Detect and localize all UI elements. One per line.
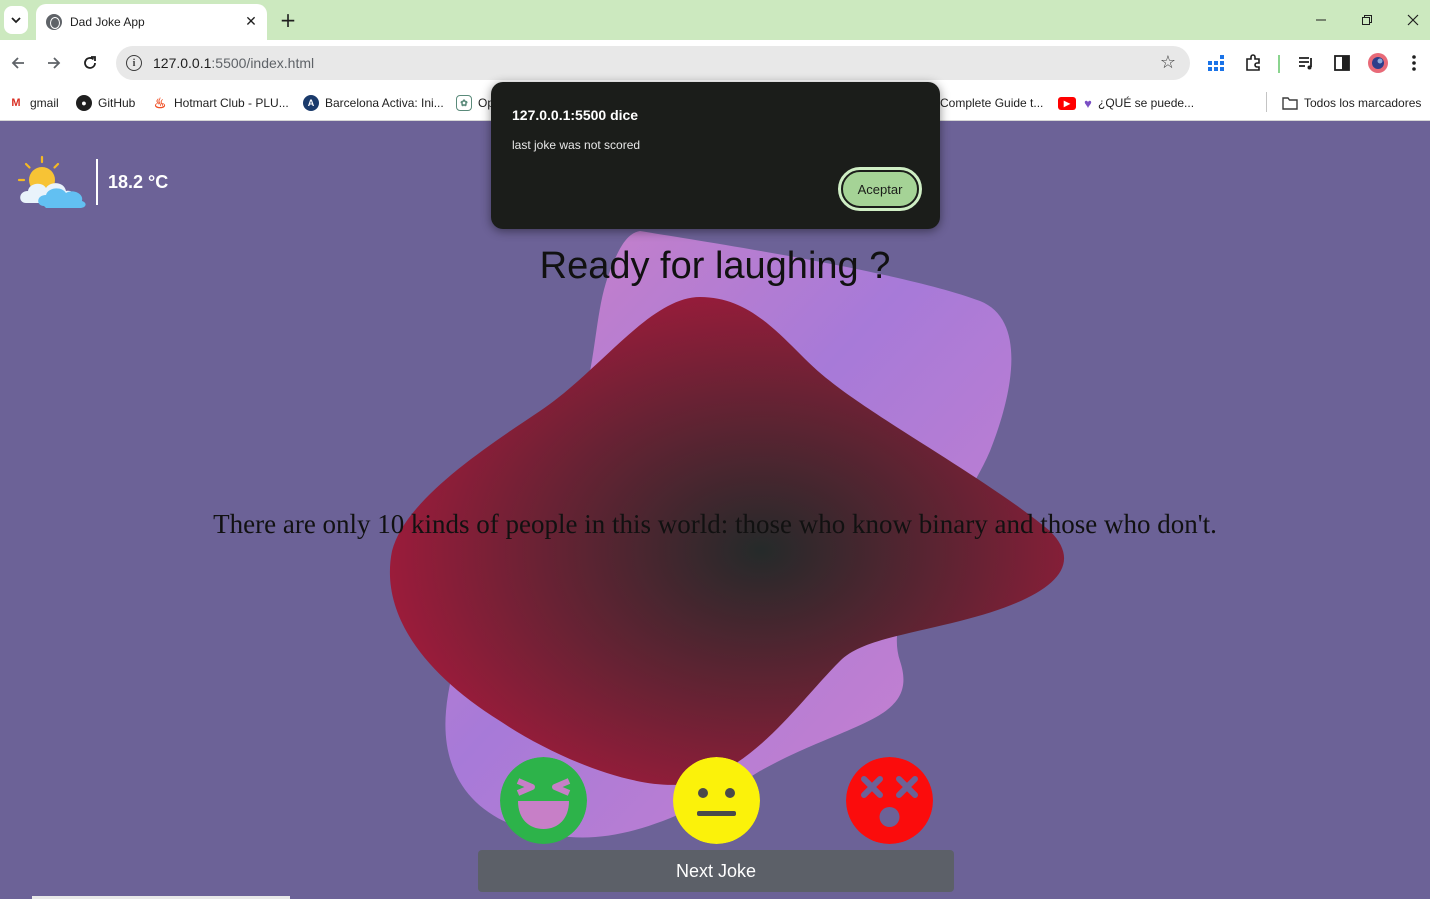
dialog-message: last joke was not scored: [512, 138, 641, 152]
tab-strip: Dad Joke App ✕ +: [0, 0, 1430, 40]
reload-icon[interactable]: [78, 51, 102, 75]
close-window-icon[interactable]: [1390, 0, 1430, 40]
bookmark-label: Todos los marcadores: [1304, 96, 1422, 110]
tab-search-button[interactable]: [4, 6, 28, 34]
extension-grid-icon[interactable]: [1205, 52, 1227, 74]
partly-cloudy-icon: [17, 155, 86, 208]
address-bar[interactable]: i 127.0.0.1:5500/index.html ☆: [116, 46, 1190, 80]
profile-avatar[interactable]: [1367, 52, 1389, 74]
forward-icon[interactable]: [42, 51, 66, 75]
joke-text: There are only 10 kinds of people in thi…: [213, 509, 1217, 539]
dizzy-emoji-button[interactable]: [846, 757, 933, 844]
url-text: 127.0.0.1:5500/index.html: [153, 55, 315, 71]
github-icon: ●: [76, 95, 92, 111]
bookmark-label: ¿QUÉ se puede...: [1098, 96, 1195, 110]
weather-widget: 18.2 °C: [14, 155, 168, 209]
openai-icon: ✿: [456, 95, 472, 111]
site-info-icon[interactable]: i: [126, 55, 142, 71]
laughing-emoji-button[interactable]: [500, 757, 587, 844]
media-controls-icon[interactable]: [1295, 52, 1317, 74]
bookmark-youtube[interactable]: ▶ ♥ ¿QUÉ se puede...: [1058, 92, 1194, 114]
gmail-icon: M: [11, 97, 21, 109]
bookmark-label: Hotmart Club - PLU...: [174, 96, 289, 110]
youtube-icon: ▶: [1058, 96, 1076, 110]
bookmark-label: Complete Guide t...: [940, 96, 1044, 110]
hotmart-icon: ♨: [153, 94, 167, 111]
browser-toolbar: i 127.0.0.1:5500/index.html ☆: [0, 40, 1430, 86]
restore-icon[interactable]: [1344, 0, 1390, 40]
active-tab[interactable]: Dad Joke App ✕: [36, 4, 267, 40]
heart-icon: ♥: [1084, 95, 1092, 111]
minimize-icon[interactable]: [1298, 0, 1344, 40]
menu-kebab-icon[interactable]: [1403, 52, 1425, 74]
page-title: Ready for laughing ?: [539, 245, 891, 287]
dialog-ok-button[interactable]: Aceptar: [838, 167, 922, 211]
bookmark-label: Barcelona Activa: Ini...: [325, 96, 444, 110]
globe-icon: [46, 14, 62, 30]
bookmark-star-icon[interactable]: ☆: [1160, 52, 1176, 73]
bookmark-complete-guide[interactable]: Complete Guide t...: [940, 92, 1043, 114]
bookmark-openai[interactable]: ✿ Op: [456, 92, 494, 114]
toolbar-divider: [1278, 55, 1280, 73]
bookmark-gmail[interactable]: M gmail: [8, 92, 59, 114]
bookmark-barcelona-activa[interactable]: A Barcelona Activa: Ini...: [303, 92, 444, 114]
folder-icon: [1282, 95, 1298, 111]
bookmark-hotmart[interactable]: ♨ Hotmart Club - PLU...: [152, 92, 289, 114]
back-icon[interactable]: [6, 51, 30, 75]
tab-title: Dad Joke App: [70, 15, 145, 29]
chevron-down-icon: [11, 17, 21, 24]
extensions-puzzle-icon[interactable]: [1242, 52, 1264, 74]
new-tab-button[interactable]: +: [276, 8, 300, 32]
next-joke-button[interactable]: Next Joke: [478, 850, 954, 892]
side-panel-icon[interactable]: [1331, 52, 1353, 74]
barcelona-activa-icon: A: [303, 95, 319, 111]
temperature-value: 18.2 °C: [108, 171, 169, 192]
neutral-emoji-button[interactable]: [673, 757, 760, 844]
dialog-title: 127.0.0.1:5500 dice: [512, 107, 639, 123]
close-tab-icon[interactable]: ✕: [241, 12, 261, 32]
weather-divider: [96, 159, 98, 205]
bookmark-github[interactable]: ● GitHub: [76, 92, 135, 114]
bookmark-label: GitHub: [98, 96, 136, 110]
page-content: 18.2 °C Ready for laughing ? There are o…: [0, 121, 1430, 899]
bookmarks-separator: [1266, 92, 1267, 112]
all-bookmarks-folder[interactable]: Todos los marcadores: [1282, 92, 1421, 114]
bookmark-label: gmail: [30, 96, 59, 110]
